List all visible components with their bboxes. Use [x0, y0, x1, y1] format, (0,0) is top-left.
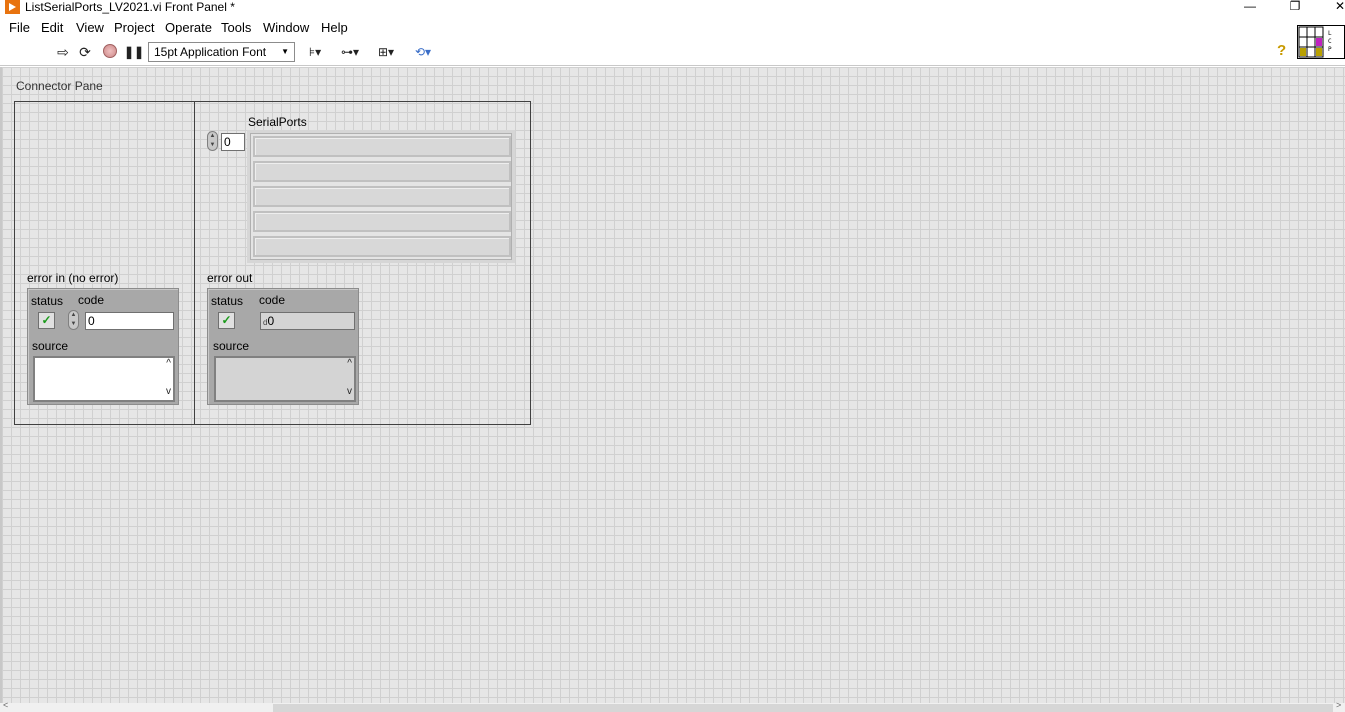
- window-title: ListSerialPorts_LV2021.vi Front Panel *: [25, 0, 235, 14]
- menu-operate[interactable]: Operate: [165, 20, 212, 35]
- error-out-code-value: 0: [267, 314, 275, 328]
- error-out-source-field: ^ v: [214, 356, 356, 402]
- menu-view[interactable]: View: [76, 20, 104, 35]
- array-element[interactable]: [253, 136, 511, 157]
- menu-file[interactable]: File: [9, 20, 30, 35]
- serial-ports-array[interactable]: [247, 130, 515, 263]
- error-out-status-label: status: [211, 294, 244, 308]
- menu-tools[interactable]: Tools: [221, 20, 251, 35]
- font-select-value: 15pt Application Font: [154, 45, 267, 59]
- abort-icon[interactable]: [103, 44, 117, 58]
- toolbar: ⇨ ⟳ ❚❚ 15pt Application Font ▼ ⊧▾ ⊶▾ ⊞▾ …: [0, 38, 1345, 66]
- menu-help[interactable]: Help: [321, 20, 348, 35]
- array-element[interactable]: [253, 161, 511, 182]
- svg-text:P: P: [1328, 46, 1332, 53]
- error-out-source-label: source: [213, 339, 250, 353]
- reorder-icon[interactable]: ⟲▾: [409, 43, 437, 61]
- error-out-code-field: d0: [260, 312, 355, 330]
- align-objects-icon[interactable]: ⊧▾: [302, 43, 328, 61]
- error-in-code-spinner[interactable]: ▲ ▼: [68, 310, 79, 330]
- close-button[interactable]: ✕: [1330, 0, 1345, 14]
- vi-icon-connector: L C P: [1297, 25, 1345, 59]
- resize-objects-icon[interactable]: ⊞▾: [373, 43, 399, 61]
- menu-window[interactable]: Window: [263, 20, 309, 35]
- minimize-button[interactable]: —: [1240, 0, 1260, 14]
- connector-pattern-icon: L C P: [1298, 26, 1332, 58]
- run-arrow-icon[interactable]: ⇨: [55, 43, 71, 61]
- error-in-cluster[interactable]: status code ✓ ▲ ▼ 0 source ^ v: [27, 288, 179, 405]
- serial-ports-label: SerialPorts: [248, 115, 307, 129]
- error-in-label: error in (no error): [27, 271, 119, 285]
- font-select[interactable]: 15pt Application Font ▼: [148, 42, 295, 62]
- error-out-cluster[interactable]: status code ✓ d0 source ^ v: [207, 288, 359, 405]
- error-in-source-field[interactable]: ^ v: [33, 356, 175, 402]
- error-out-status-checkmark-icon: ✓: [218, 312, 235, 329]
- menu-project[interactable]: Project: [114, 20, 154, 35]
- scroll-left-icon[interactable]: <: [3, 700, 8, 710]
- scroll-down-icon[interactable]: v: [166, 386, 171, 397]
- scroll-down-icon[interactable]: v: [347, 386, 352, 397]
- menu-bar: File Edit View Project Operate Tools Win…: [0, 16, 1345, 38]
- array-element[interactable]: [253, 236, 511, 257]
- svg-text:C: C: [1328, 38, 1332, 45]
- array-element[interactable]: [253, 186, 511, 207]
- scroll-up-icon[interactable]: ^: [166, 358, 171, 369]
- chevron-down-icon: ▼: [281, 47, 289, 56]
- scroll-thumb[interactable]: [273, 704, 1333, 712]
- array-index-field[interactable]: 0: [221, 133, 245, 151]
- distribute-objects-icon[interactable]: ⊶▾: [337, 43, 363, 61]
- array-element[interactable]: [253, 211, 511, 232]
- labview-app-icon: [5, 0, 20, 14]
- error-in-source-label: source: [32, 339, 69, 353]
- error-in-code-label: code: [78, 293, 105, 307]
- run-continuously-icon[interactable]: ⟳: [76, 43, 94, 61]
- array-index-spinner[interactable]: ▲ ▼: [207, 131, 218, 151]
- error-out-code-label: code: [259, 293, 286, 307]
- error-out-label: error out: [207, 271, 253, 285]
- error-in-status-checkmark-icon[interactable]: ✓: [38, 312, 55, 329]
- scroll-right-icon[interactable]: >: [1336, 700, 1341, 710]
- pause-icon[interactable]: ❚❚: [124, 43, 144, 61]
- connector-pane-label: Connector Pane: [16, 79, 103, 93]
- restore-button[interactable]: ❐: [1285, 0, 1305, 14]
- title-bar: ListSerialPorts_LV2021.vi Front Panel * …: [0, 0, 1345, 16]
- error-in-code-field[interactable]: 0: [85, 312, 174, 330]
- svg-text:L: L: [1328, 30, 1332, 37]
- help-icon[interactable]: ?: [1277, 42, 1286, 59]
- scroll-up-icon[interactable]: ^: [347, 358, 352, 369]
- error-in-status-label: status: [31, 294, 64, 308]
- horizontal-scrollbar[interactable]: < >: [0, 700, 1345, 712]
- menu-edit[interactable]: Edit: [41, 20, 63, 35]
